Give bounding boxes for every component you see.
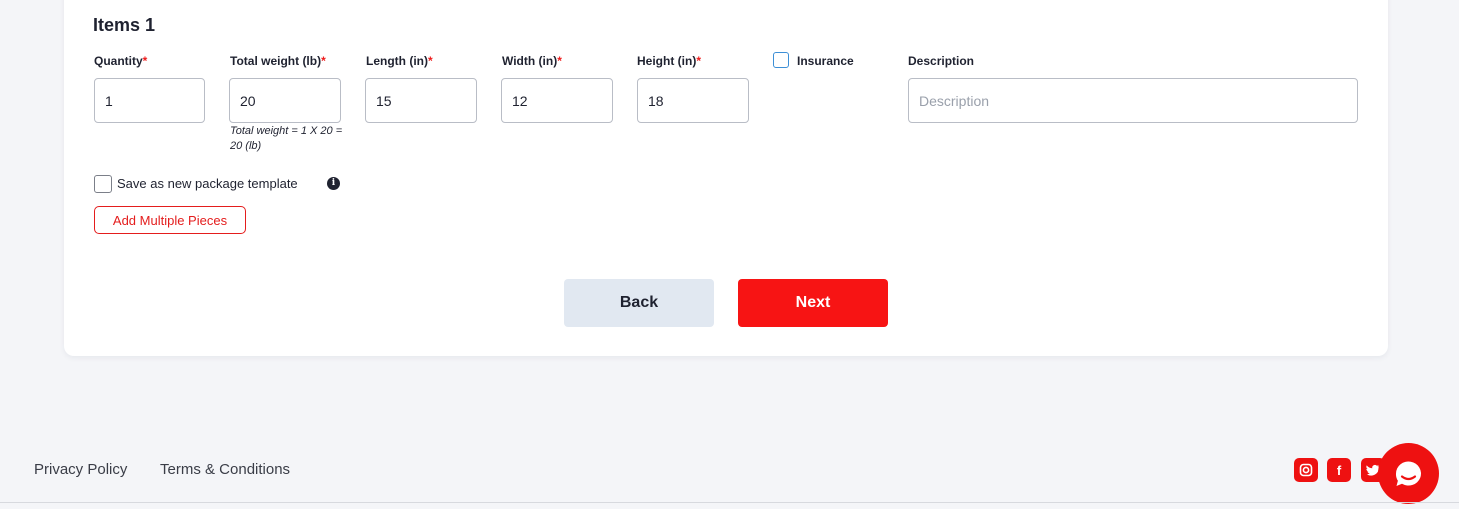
height-label: Height (in)* [637, 54, 701, 68]
required-mark: * [696, 54, 701, 68]
total-weight-label-text: Total weight (lb) [230, 54, 322, 68]
privacy-policy-link[interactable]: Privacy Policy [34, 461, 127, 478]
height-input[interactable] [637, 78, 749, 123]
terms-conditions-link[interactable]: Terms & Conditions [160, 461, 290, 478]
required-mark: * [427, 54, 433, 68]
length-label-text: Length (in) [366, 54, 428, 68]
length-label: Length (in)* [366, 54, 433, 68]
back-button[interactable]: Back [564, 279, 714, 327]
facebook-icon[interactable]: f [1327, 458, 1351, 482]
next-button[interactable]: Next [738, 279, 888, 327]
footer-divider [0, 502, 1459, 503]
description-label-text: Description [908, 54, 975, 68]
items-section-title: Items 1 [93, 15, 156, 35]
save-template-checkbox[interactable] [94, 175, 112, 193]
total-weight-note: Total weight = 1 X 20 = 20 (lb) [230, 125, 343, 152]
width-input[interactable] [501, 78, 613, 123]
add-multiple-pieces-button[interactable]: Add Multiple Pieces [94, 206, 246, 234]
save-template-label[interactable]: Save as new package template [117, 176, 298, 191]
chat-glyph [1395, 461, 1421, 486]
height-label-text: Height (in) [637, 54, 697, 68]
required-mark: * [557, 54, 562, 68]
total-weight-input[interactable] [229, 78, 341, 123]
required-mark: * [142, 54, 148, 68]
chat-bubble-icon[interactable] [1378, 443, 1439, 504]
total-weight-label: Total weight (lb)* [230, 54, 326, 68]
instagram-icon[interactable] [1294, 458, 1318, 482]
quantity-label: Quantity* [94, 54, 147, 68]
insurance-checkbox[interactable] [773, 52, 789, 68]
width-label-text: Width (in) [502, 54, 558, 68]
insurance-label[interactable]: Insurance [797, 54, 854, 68]
facebook-glyph: f [1336, 463, 1342, 478]
length-input[interactable] [365, 78, 477, 123]
width-label: Width (in)* [502, 54, 562, 68]
description-input[interactable] [908, 78, 1358, 123]
description-label: Description [908, 54, 974, 68]
quantity-label-text: Quantity [94, 54, 143, 68]
instagram-glyph [1299, 463, 1313, 477]
quantity-input[interactable] [94, 78, 205, 123]
info-icon[interactable]: i [327, 177, 340, 190]
required-mark: * [321, 54, 326, 68]
